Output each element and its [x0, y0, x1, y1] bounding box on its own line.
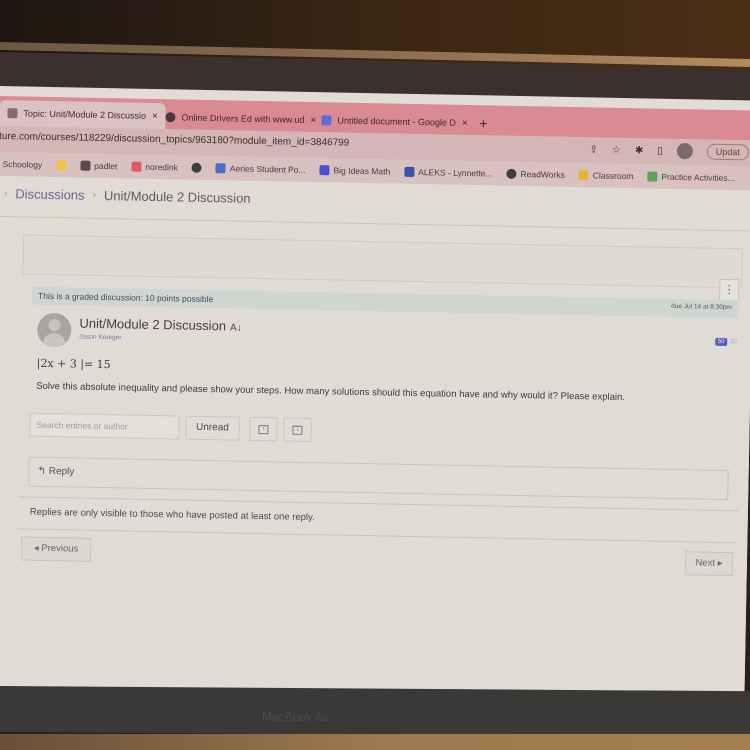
globe-icon — [191, 162, 203, 173]
reply-button[interactable]: ↰ Reply — [28, 456, 729, 501]
expand-all-button[interactable]: ↑ — [249, 416, 278, 442]
url-text[interactable]: ture.com/courses/118229/discussion_topic… — [0, 131, 349, 149]
bookmark-padlet[interactable]: padlet — [80, 160, 117, 171]
breadcrumb: › Discussions › Unit/Module 2 Discussion — [4, 186, 251, 206]
big-ideas-icon — [319, 165, 330, 176]
bookmark-big-ideas[interactable]: Big Ideas Math — [319, 165, 390, 177]
star-icon[interactable]: ☆ — [612, 144, 621, 155]
subscribe-icon[interactable]: A↓ — [230, 322, 242, 333]
divider — [17, 528, 738, 544]
graded-banner: This is a graded discussion: 10 points p… — [31, 286, 739, 319]
breadcrumb-current: Unit/Module 2 Discussion — [103, 188, 251, 206]
aleks-icon — [404, 166, 415, 177]
collapse-icon: ↓ — [292, 425, 303, 435]
unread-count-badge: 50 — [714, 337, 728, 347]
bookmark-readworks[interactable]: ReadWorks — [506, 168, 565, 180]
total-count-badge: 50 — [730, 339, 738, 346]
bookmark-drive[interactable] — [56, 160, 67, 171]
desk-surface — [0, 734, 750, 750]
discussion-header-box: ⋮ — [22, 234, 744, 302]
page-content: › Discussions › Unit/Module 2 Discussion… — [0, 175, 750, 701]
globe-icon — [165, 112, 176, 123]
bookmark-practice[interactable]: Practice Activities... — [647, 171, 735, 183]
bookmark-classroom[interactable]: Classroom — [578, 170, 633, 181]
device-label: MacBook Air — [262, 710, 330, 724]
breadcrumb-separator: › — [92, 189, 97, 201]
tab-discussion[interactable]: Topic: Unit/Module 2 Discussio × — [0, 99, 167, 130]
expand-icon: ↑ — [258, 424, 269, 434]
due-date: due Jul 14 at 8:30pm — [671, 302, 732, 312]
discussion-title: Unit/Module 2 Discussion A↓ — [79, 315, 242, 334]
profile-avatar[interactable] — [676, 143, 693, 160]
bookmark-noredink[interactable]: noredink — [131, 161, 178, 172]
more-options-button[interactable]: ⋮ — [719, 278, 740, 302]
collapse-all-button[interactable]: ↓ — [283, 417, 312, 443]
unread-badges: 50 50 — [714, 337, 738, 347]
toolbar-icons: ⇪ ☆ ✱ ▯ Updat — [589, 141, 750, 161]
unread-filter-button[interactable]: Unread — [185, 415, 240, 441]
previous-button[interactable]: ◂ Previous — [20, 536, 92, 562]
tab-drivers-ed[interactable]: Online Drivers Ed with www.ud × — [157, 105, 324, 132]
laptop-screen: Topic: Unit/Module 2 Discussio × Online … — [0, 86, 750, 701]
new-tab-button[interactable]: + — [479, 115, 487, 131]
bookmark-globe[interactable] — [191, 162, 203, 173]
padlet-icon — [80, 160, 91, 171]
bookmark-aleks[interactable]: ALEKS - Lynnette... — [404, 166, 493, 178]
breadcrumb-discussions[interactable]: Discussions — [15, 186, 85, 202]
author-name[interactable]: Jason Krueger — [79, 334, 121, 342]
practice-icon — [647, 171, 658, 182]
breadcrumb-separator: › — [3, 188, 8, 200]
readworks-icon — [506, 168, 517, 179]
canvas-icon — [7, 108, 18, 119]
tab-label: Online Drivers Ed with www.ud — [181, 112, 305, 125]
divider — [0, 215, 750, 232]
author-avatar[interactable] — [37, 312, 72, 348]
next-button[interactable]: Next ▸ — [684, 551, 734, 577]
search-input[interactable]: Search entries or author — [29, 412, 180, 440]
drive-icon — [56, 160, 67, 171]
noredink-icon — [131, 161, 142, 172]
tab-google-doc[interactable]: Untitled document - Google D × — [313, 108, 476, 135]
replies-visibility-note: Replies are only visible to those who ha… — [29, 506, 315, 524]
docs-icon — [321, 115, 332, 126]
update-button[interactable]: Updat — [706, 143, 750, 161]
equation: |2x + 3 |= 15 — [36, 356, 111, 372]
laptop-bezel-bottom — [0, 686, 750, 738]
aeries-icon — [215, 163, 227, 174]
sidepanel-icon[interactable]: ▯ — [657, 145, 663, 156]
tab-label: Topic: Unit/Module 2 Discussio — [23, 108, 147, 121]
discussion-prompt: Solve this absolute inequality and pleas… — [36, 380, 626, 404]
graded-notice: This is a graded discussion: 10 points p… — [37, 290, 214, 305]
share-icon[interactable]: ⇪ — [589, 144, 598, 155]
bookmark-schoology[interactable]: Schoology — [2, 159, 42, 170]
classroom-icon — [578, 170, 589, 181]
bookmark-aeries[interactable]: Aeries Student Po... — [215, 163, 306, 175]
close-icon[interactable]: × — [462, 117, 468, 128]
discussion-controls: Search entries or author Unread ↑ ↓ — [29, 412, 312, 443]
extensions-icon[interactable]: ✱ — [635, 145, 644, 156]
tab-label: Untitled document - Google D — [337, 115, 457, 128]
